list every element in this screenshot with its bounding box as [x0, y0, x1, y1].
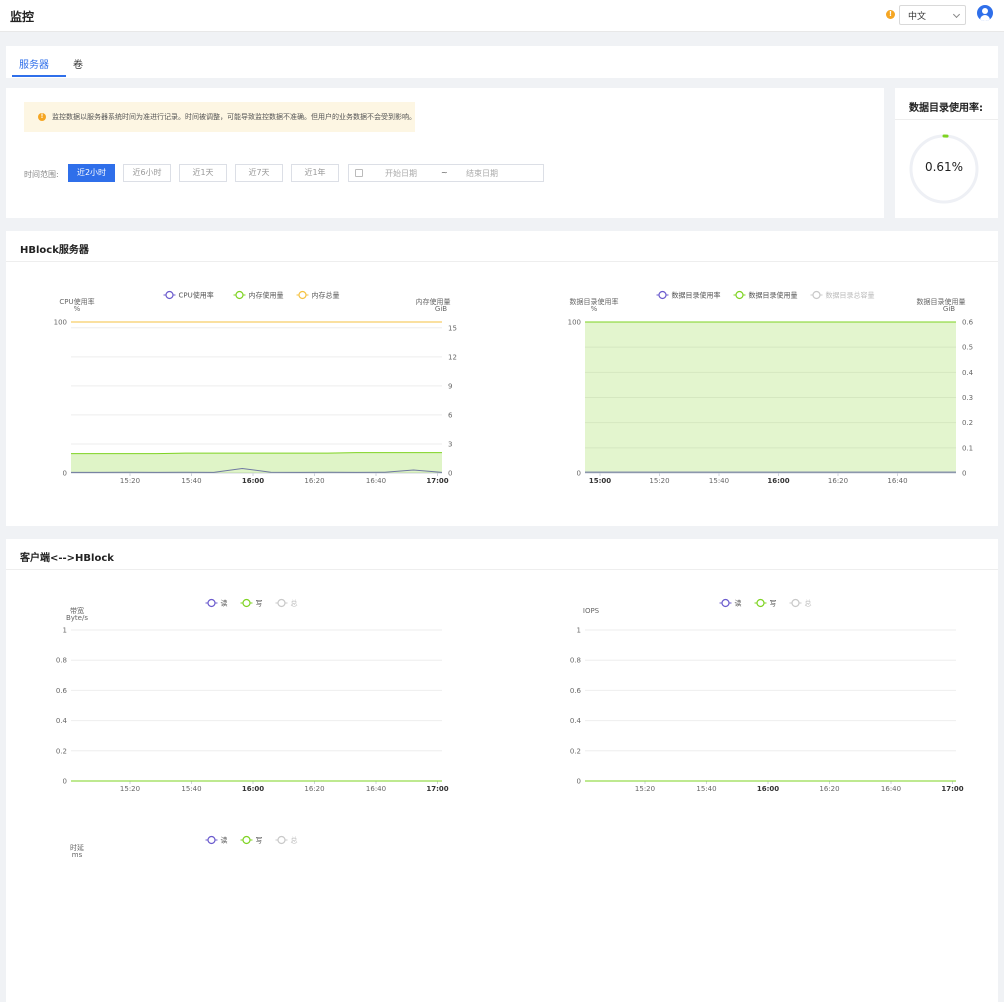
bandwidth-chart-x-tick-label: 16:20 [304, 785, 324, 793]
iops-chart-legend-item: 读 [735, 599, 742, 608]
cpu-chart-x-tick-label: 16:00 [242, 477, 264, 485]
cpu-chart-y-left-unit: % [74, 305, 81, 313]
datadir-chart-y-right-tick: 0.5 [962, 344, 973, 352]
iops-chart-legend-marker [721, 598, 730, 608]
cpu-chart-x-tick-label: 15:40 [181, 477, 201, 485]
datadir-chart-y-right-tick: 0.2 [962, 419, 973, 427]
datadir-chart-legend-item: 数据目录使用量 [749, 291, 798, 300]
latency-chart-legend-item: 写 [256, 837, 263, 845]
iops-chart-y-left-tick: 0.2 [570, 747, 581, 755]
datadir-chart-y-left-tick: 100 [568, 319, 581, 327]
cpu-chart-y-right-tick: 9 [448, 382, 452, 390]
bandwidth-chart-y-left-tick: 0 [63, 778, 67, 786]
iops-chart-legend-item: 总 [805, 599, 812, 608]
latency-chart-legend-marker [277, 835, 286, 845]
charts-layer: CPU使用率 内存使用量 内存总量CPU使用率%内存使用量GiB1000151296… [54, 290, 974, 860]
cpu-chart-legend-item: 内存使用量 [249, 291, 284, 300]
datadir-chart-y-right-label: 数据目录使用量 [917, 297, 966, 306]
bandwidth-chart-legend-item: 读 [221, 599, 228, 608]
datadir-chart-legend-marker [658, 290, 667, 300]
iops-chart-y-left-tick: 0.8 [570, 657, 581, 665]
cpu-chart-legend-marker [298, 290, 307, 300]
datadir-chart-y-right-tick: 0.6 [962, 319, 974, 327]
cpu-chart-legend-item: 内存总量 [312, 291, 340, 300]
datadir-chart-x-tick-label: 15:40 [709, 477, 729, 485]
cpu-chart-x-tick-label: 15:20 [120, 477, 140, 485]
iops-chart-y-left-tick: 1 [577, 627, 581, 635]
iops-chart-y-left-label: IOPS [583, 607, 600, 615]
cpu-chart-x-tick-label: 16:20 [304, 477, 324, 485]
iops-chart-x-tick-label: 15:40 [696, 785, 716, 793]
datadir-chart-y-left-unit: % [591, 305, 598, 313]
datadir-chart-legend-marker [735, 290, 744, 300]
cpu-chart-y-right-tick: 12 [448, 353, 457, 361]
bandwidth-chart-x-tick-label: 17:00 [426, 785, 448, 793]
bandwidth-chart-legend-marker [277, 598, 286, 608]
bandwidth-chart-y-left-tick: 0.6 [56, 687, 68, 695]
cpu-chart-legend-marker [235, 290, 244, 300]
datadir-chart-legend-item: 数据目录总容量 [826, 291, 875, 300]
datadir-chart-x-tick-label: 15:20 [649, 477, 669, 485]
datadir-chart-y-left-tick: 0 [577, 470, 581, 478]
iops-chart-x-tick-label: 15:20 [635, 785, 655, 793]
cpu-chart-y-right-tick: 6 [448, 411, 453, 419]
cpu-chart-y-right-tick: 15 [448, 324, 457, 332]
cpu-chart-x-tick-label: 16:40 [366, 477, 386, 485]
iops-chart-x-tick-label: 16:40 [881, 785, 901, 793]
latency-chart-y-left-unit: ms [72, 851, 83, 859]
iops-chart-y-left-tick: 0 [577, 778, 581, 786]
bandwidth-chart-legend-item: 写 [256, 600, 263, 608]
cpu-chart-y-left-tick: 0 [63, 470, 67, 478]
datadir-chart-y-right-tick: 0.3 [962, 394, 973, 402]
bandwidth-chart-y-left-tick: 0.2 [56, 747, 67, 755]
bandwidth-chart-legend-marker [207, 598, 216, 608]
latency-chart-legend-item: 总 [291, 836, 298, 845]
bandwidth-chart-x-tick-label: 16:00 [242, 785, 264, 793]
bandwidth-chart-legend-marker [242, 598, 251, 608]
bandwidth-chart-x-tick-label: 15:20 [120, 785, 140, 793]
iops-chart-legend-marker [756, 598, 765, 608]
iops-chart-x-tick-label: 16:00 [757, 785, 779, 793]
iops-chart-y-left-tick: 0.6 [570, 687, 582, 695]
datadir-chart-x-tick-label: 16:20 [828, 477, 848, 485]
latency-chart-legend-marker [207, 835, 216, 845]
iops-chart-y-left-tick: 0.4 [570, 717, 582, 725]
datadir-chart-y-right-tick: 0 [962, 470, 966, 478]
iops-chart-legend-marker [791, 598, 800, 608]
datadir-chart-legend-marker [812, 290, 821, 300]
iops-chart-legend-item: 写 [770, 600, 777, 608]
cpu-chart-legend-item: CPU使用率 [179, 291, 214, 300]
datadir-chart-legend-item: 数据目录使用率 [672, 291, 721, 300]
bandwidth-chart-y-left-tick: 0.4 [56, 717, 68, 725]
bandwidth-chart-x-tick-label: 16:40 [366, 785, 386, 793]
bandwidth-chart-legend-item: 总 [291, 599, 298, 608]
datadir-chart-x-tick-label: 15:00 [589, 477, 611, 485]
datadir-chart-area-1 [585, 322, 956, 473]
cpu-chart-y-left-tick: 100 [54, 319, 67, 327]
datadir-chart-y-right-tick: 0.1 [962, 444, 973, 452]
iops-chart-x-tick-label: 17:00 [941, 785, 963, 793]
cpu-chart-y-right-unit: GiB [435, 305, 447, 313]
cpu-chart-y-right-tick: 3 [448, 440, 452, 448]
bandwidth-chart-y-left-tick: 0.8 [56, 657, 67, 665]
cpu-chart-y-right-tick: 0 [448, 470, 452, 478]
datadir-chart-y-right-unit: GiB [943, 305, 955, 313]
cpu-chart-x-tick-label: 17:00 [426, 477, 448, 485]
latency-chart-legend-marker [242, 835, 251, 845]
datadir-chart-x-tick-label: 16:00 [767, 477, 789, 485]
datadir-chart-x-tick-label: 16:40 [887, 477, 907, 485]
bandwidth-chart-y-left-unit: Byte/s [66, 614, 88, 622]
iops-chart-x-tick-label: 16:20 [819, 785, 839, 793]
latency-chart-legend-item: 读 [221, 836, 228, 845]
cpu-chart-legend-marker [165, 290, 174, 300]
datadir-chart-y-right-tick: 0.4 [962, 369, 974, 377]
bandwidth-chart-x-tick-label: 15:40 [181, 785, 201, 793]
bandwidth-chart-y-left-tick: 1 [63, 627, 67, 635]
cpu-chart-area-1 [71, 452, 442, 473]
